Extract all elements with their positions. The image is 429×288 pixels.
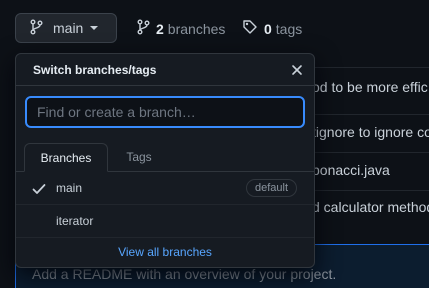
view-all-branches-link[interactable]: View all branches <box>16 245 314 259</box>
tab-tags[interactable]: Tags <box>111 143 167 172</box>
commit-message[interactable]: d calculator method <box>312 199 429 215</box>
tags-count: 0 <box>264 20 272 37</box>
check-icon <box>32 182 46 198</box>
branch-item-label: iterator <box>56 214 94 228</box>
tag-icon <box>242 19 258 38</box>
close-icon[interactable] <box>289 62 305 78</box>
readme-prompt[interactable]: Add a README with an overview of your pr… <box>32 266 336 282</box>
tags-link[interactable]: 0 tags <box>242 19 302 38</box>
tab-branches[interactable]: Branches <box>24 143 108 172</box>
branches-label: branches <box>167 20 226 37</box>
branch-search-input[interactable] <box>25 96 305 128</box>
commit-message[interactable]: od to be more effic <box>312 79 428 95</box>
git-branch-icon <box>136 19 150 38</box>
git-branch-icon <box>29 19 43 38</box>
branches-link[interactable]: 2 branches <box>136 19 225 38</box>
branch-switcher-popover: Switch branches/tags Branches Tags main … <box>15 53 315 268</box>
chevron-down-icon <box>90 26 99 30</box>
branch-item-label: main <box>56 181 83 195</box>
commit-message[interactable]: bonacci.java <box>312 162 390 178</box>
branches-count: 2 <box>156 20 164 37</box>
branch-item-iterator[interactable]: iterator <box>16 205 314 238</box>
popover-title: Switch branches/tags <box>33 63 157 77</box>
branch-select-button[interactable]: main <box>15 13 117 43</box>
commit-message[interactable]: tignore to ignore co <box>312 124 429 140</box>
branch-select-label: main <box>53 20 84 36</box>
popover-divider <box>16 85 314 86</box>
default-badge: default <box>246 179 298 197</box>
tags-label: tags <box>275 20 303 37</box>
branch-item-main[interactable]: main default <box>16 172 314 205</box>
